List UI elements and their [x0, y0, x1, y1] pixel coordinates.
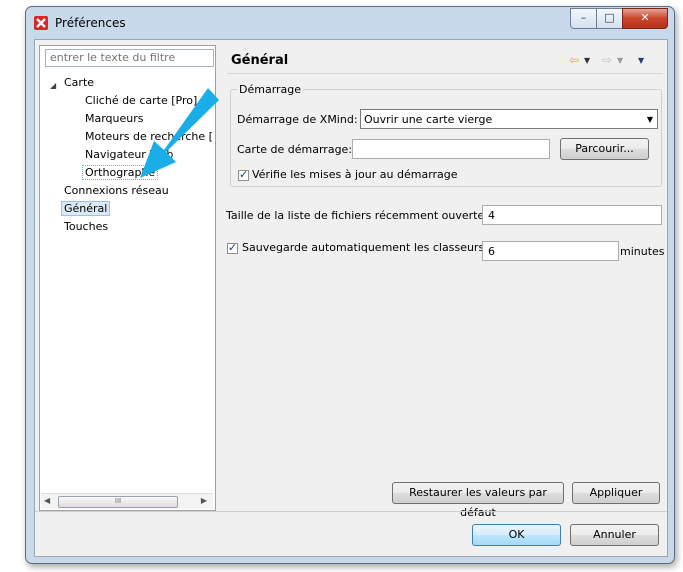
expand-toggle-icon[interactable]: ◢ [50, 77, 56, 94]
page-title: Général [231, 53, 289, 68]
checkmark-icon: ✓ [239, 168, 249, 181]
xmind-startup-select[interactable]: Ouvrir une carte vierge ▼ [360, 109, 658, 129]
tree-item-orthographe[interactable]: Orthographe [81, 164, 159, 181]
window-title: Préférences [55, 16, 126, 30]
close-button[interactable]: ✕ [622, 8, 668, 29]
footer-divider [35, 511, 667, 512]
check-updates-label: Vérifie les mises à jour au démarrage [252, 168, 458, 181]
scroll-left-icon[interactable]: ◀ [44, 496, 50, 505]
tree-item-label: Carte [64, 76, 95, 89]
ok-button[interactable]: OK [472, 524, 561, 546]
scroll-thumb[interactable]: III [58, 496, 178, 508]
recent-files-input[interactable]: 4 [482, 205, 662, 225]
minimize-button[interactable]: – [570, 8, 597, 29]
title-bar: Préférences – □ ✕ [26, 7, 674, 41]
startup-map-input[interactable] [352, 139, 550, 159]
chevron-down-icon: ▼ [646, 115, 653, 124]
tree-item-moteurs-de-recherche[interactable]: Moteurs de recherche [ [85, 128, 213, 145]
tree-item-general[interactable]: Général [61, 200, 111, 217]
preferences-window: Préférences – □ ✕ ◢ Carte Cliché de cart… [25, 6, 675, 564]
tree-item-touches[interactable]: Touches [64, 218, 108, 235]
autosave-label: Sauvegarde automatiquement les classeurs [242, 241, 485, 254]
view-menu-icon[interactable]: ▼ [638, 56, 644, 65]
restore-defaults-button[interactable]: Restaurer les valeurs par défaut [392, 482, 564, 519]
maximize-button[interactable]: □ [596, 8, 623, 29]
xmind-startup-value: Ouvrir une carte vierge [364, 113, 493, 126]
checkmark-icon: ✓ [228, 241, 238, 254]
xmind-startup-label: Démarrage de XMind: [237, 113, 358, 126]
check-updates-checkbox[interactable]: ✓ [238, 168, 249, 181]
startup-group: Démarrage Démarrage de XMind: Ouvrir une… [230, 83, 662, 187]
autosave-minutes-input[interactable]: 6 [482, 241, 619, 261]
preferences-tree-panel: ◢ Carte Cliché de carte [Pro] Marqueurs … [39, 45, 216, 511]
browse-button[interactable]: Parcourir... [560, 138, 649, 160]
tree-item-carte[interactable]: ◢ Carte [40, 74, 215, 91]
preference-page: Général ⇦ ▼ ⇨ ▼ ▼ Démarrage Démarrage de… [226, 45, 665, 519]
minutes-unit-label: minutes [620, 245, 665, 258]
back-arrow-icon[interactable]: ⇦ [569, 53, 579, 67]
xmind-icon [34, 16, 48, 30]
horizontal-scrollbar[interactable]: ◀ III ▶ [41, 493, 213, 509]
scroll-right-icon[interactable]: ▶ [201, 496, 207, 505]
tree-item-marqueurs[interactable]: Marqueurs [85, 110, 144, 127]
recent-files-label: Taille de la liste de fichiers récemment… [226, 209, 488, 222]
forward-arrow-icon[interactable]: ⇨ [602, 53, 612, 67]
forward-dropdown-icon[interactable]: ▼ [617, 56, 623, 65]
dialog-client-area: ◢ Carte Cliché de carte [Pro] Marqueurs … [34, 39, 668, 557]
autosave-checkbox[interactable]: ✓ [227, 241, 238, 254]
startup-map-label: Carte de démarrage: [237, 143, 353, 156]
startup-group-title: Démarrage [237, 83, 304, 96]
tree-item-cliche-de-carte[interactable]: Cliché de carte [Pro] [85, 92, 197, 109]
back-dropdown-icon[interactable]: ▼ [584, 56, 590, 65]
cancel-button[interactable]: Annuler [570, 524, 659, 546]
tree-item-label: Général [61, 201, 111, 216]
tree-item-navigateur-web[interactable]: Navigateur Web [85, 146, 173, 163]
filter-input[interactable] [45, 49, 214, 67]
tree-item-connexions-reseau[interactable]: Connexions réseau [64, 182, 169, 199]
page-header: Général ⇦ ▼ ⇨ ▼ ▼ [227, 45, 663, 74]
apply-button[interactable]: Appliquer [572, 482, 660, 504]
tree-item-label: Orthographe [81, 165, 159, 180]
